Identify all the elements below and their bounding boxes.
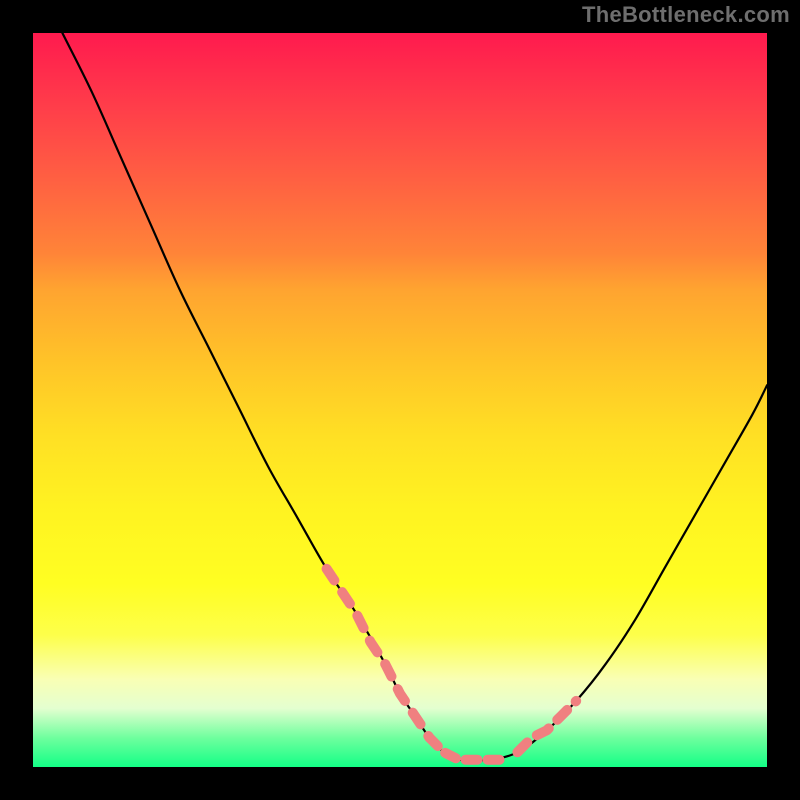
series-coral-bottom bbox=[429, 738, 502, 760]
black-curve-path bbox=[62, 33, 767, 761]
chart-svg bbox=[33, 33, 767, 767]
series-black-curve bbox=[62, 33, 767, 761]
series-coral-left bbox=[327, 569, 430, 738]
coral-right-path bbox=[517, 701, 576, 752]
watermark-text: TheBottleneck.com bbox=[582, 2, 790, 28]
coral-left-path bbox=[327, 569, 430, 738]
chart-stage: TheBottleneck.com bbox=[0, 0, 800, 800]
plot-area bbox=[33, 33, 767, 767]
coral-bottom-path bbox=[429, 738, 502, 760]
series-coral-right bbox=[517, 701, 576, 752]
